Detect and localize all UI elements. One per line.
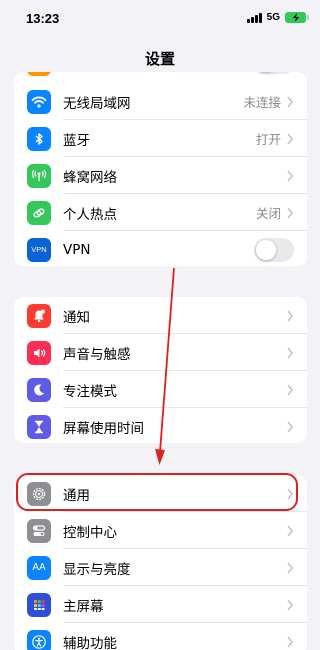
hotspot-icon (27, 200, 51, 225)
settings-row-sounds[interactable]: 声音与触感 (14, 334, 307, 371)
settings-row-cellular[interactable]: 蜂窝网络 (14, 157, 307, 194)
accessibility-icon (27, 629, 51, 650)
display-icon: AA (27, 555, 51, 580)
settings-row-home-screen[interactable]: 主屏幕 (14, 586, 307, 623)
wifi-icon (27, 89, 51, 114)
settings-row-label: 控制中心 (63, 524, 117, 541)
battery-icon (285, 12, 309, 23)
chevron-right-icon (287, 599, 294, 610)
status-bar: 13:23 5G (0, 0, 320, 40)
settings-row-value: 未连接 (243, 95, 281, 110)
chevron-right-icon (287, 421, 294, 432)
settings-row-label: 无线局域网 (63, 95, 131, 112)
airplane-icon (27, 72, 51, 76)
settings-row-label: 蜂窝网络 (63, 169, 117, 186)
bluetooth-icon (27, 126, 51, 151)
chevron-right-icon (287, 207, 294, 218)
chevron-right-icon (287, 384, 294, 395)
signal-icon (246, 12, 262, 23)
settings-row-label: 显示与亮度 (63, 561, 131, 578)
chevron-right-icon (287, 310, 294, 321)
settings-row-label: 专注模式 (63, 383, 117, 400)
chevron-right-icon (287, 347, 294, 358)
notification-icon (27, 303, 51, 328)
settings-row-label: VPN (63, 241, 91, 258)
chevron-right-icon (287, 170, 294, 181)
settings-row-bluetooth[interactable]: 蓝牙 打开 (14, 120, 307, 157)
display-icon-text: AA (32, 562, 46, 573)
vpn-icon-text: VPN (31, 245, 47, 254)
vpn-toggle[interactable] (254, 237, 294, 262)
settings-row-value: 关闭 (255, 206, 281, 221)
settings-row-label: 主屏幕 (63, 598, 104, 615)
sound-icon (27, 340, 51, 365)
cellular-icon (27, 163, 51, 188)
vpn-icon: VPN (27, 237, 51, 262)
airplane-mode-toggle[interactable] (254, 72, 294, 74)
settings-row-hotspot[interactable]: 个人热点 关闭 (14, 194, 307, 231)
notifications-group: 通知 声音与触感 专注模式 屏幕使用时间 (14, 297, 307, 443)
chevron-right-icon (287, 636, 294, 647)
settings-row-notifications[interactable]: 通知 (14, 297, 307, 334)
settings-row-label: 辅助功能 (63, 635, 117, 650)
settings-row-accessibility[interactable]: 辅助功能 (14, 623, 307, 650)
chevron-right-icon (287, 96, 294, 107)
chevron-right-icon (287, 562, 294, 573)
moon-icon (27, 377, 51, 402)
settings-row-label: 声音与触感 (63, 346, 131, 363)
page-title: 设置 (144, 50, 175, 68)
chevron-right-icon (287, 133, 294, 144)
airplane-mode-row-partial[interactable] (14, 72, 307, 78)
status-time: 13:23 (26, 11, 60, 26)
settings-row-control-center[interactable]: 控制中心 (14, 512, 307, 549)
settings-row-focus[interactable]: 专注模式 (14, 371, 307, 408)
settings-row-label: 个人热点 (63, 206, 117, 223)
settings-row-label: 屏幕使用时间 (63, 420, 144, 437)
chevron-right-icon (287, 525, 294, 536)
hourglass-icon (27, 414, 51, 439)
connectivity-group: 无线局域网 未连接 蓝牙 打开 蜂窝网络 个人热点 关闭 VPN VPN (14, 72, 307, 266)
home-screen-icon (27, 592, 51, 617)
control-center-icon (27, 518, 51, 543)
settings-row-label: 蓝牙 (63, 132, 90, 149)
settings-row-value: 打开 (255, 132, 281, 147)
settings-row-vpn[interactable]: VPN VPN (14, 231, 307, 266)
status-indicators: 5G (246, 12, 309, 23)
settings-row-wifi[interactable]: 无线局域网 未连接 (14, 83, 307, 120)
highlight-outline (16, 473, 298, 511)
settings-row-screen-time[interactable]: 屏幕使用时间 (14, 408, 307, 443)
network-type: 5G (266, 12, 280, 23)
settings-row-label: 通知 (63, 309, 90, 326)
settings-row-display[interactable]: AA 显示与亮度 (14, 549, 307, 586)
